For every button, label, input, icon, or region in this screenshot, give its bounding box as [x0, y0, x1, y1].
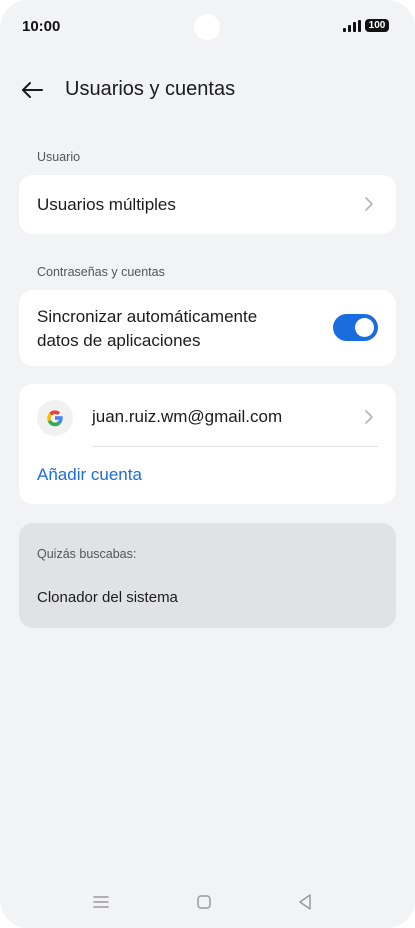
- square-icon: [197, 895, 211, 909]
- add-account-button[interactable]: Añadir cuenta: [37, 465, 142, 485]
- section-label-user: Usuario: [37, 150, 81, 164]
- status-icons: 100: [343, 19, 389, 32]
- recent-apps-button[interactable]: [87, 888, 115, 916]
- account-row[interactable]: juan.ruiz.wm@gmail.com: [19, 384, 396, 446]
- back-button[interactable]: [18, 76, 48, 104]
- accounts-card: juan.ruiz.wm@gmail.com Añadir cuenta: [19, 384, 396, 504]
- system-nav-bar: [0, 888, 415, 918]
- auto-sync-toggle[interactable]: [333, 314, 378, 341]
- menu-icon: [93, 896, 109, 908]
- triangle-back-icon: [299, 894, 311, 910]
- google-g-icon: [47, 410, 63, 427]
- suggestion-item[interactable]: Clonador del sistema: [37, 589, 178, 606]
- battery-icon: 100: [365, 19, 389, 32]
- page-title: Usuarios y cuentas: [65, 78, 236, 100]
- app-header: Usuarios y cuentas: [0, 72, 415, 108]
- toggle-knob: [355, 318, 374, 337]
- status-bar: 10:00 100: [0, 0, 415, 54]
- google-icon: [37, 400, 73, 436]
- status-time: 10:00: [22, 18, 61, 35]
- chevron-right-icon: [365, 410, 373, 424]
- front-camera: [194, 14, 220, 40]
- phone-screen: 10:00 100 Usuarios y cuentas Usuario Usu…: [0, 0, 415, 928]
- suggestions-card: Quizás buscabas: Clonador del sistema: [19, 523, 396, 628]
- divider: [92, 446, 378, 447]
- home-button[interactable]: [190, 888, 218, 916]
- multiple-users-label: Usuarios múltiples: [37, 195, 176, 214]
- section-label-accounts: Contraseñas y cuentas: [37, 265, 165, 279]
- back-nav-button[interactable]: [291, 888, 319, 916]
- account-email: juan.ruiz.wm@gmail.com: [92, 407, 283, 426]
- auto-sync-label-line1: Sincronizar automáticamente: [37, 307, 258, 326]
- multiple-users-row[interactable]: Usuarios múltiples: [19, 175, 396, 234]
- auto-sync-label-line2: datos de aplicaciones: [37, 331, 201, 350]
- chevron-right-icon: [365, 197, 373, 211]
- arrow-left-icon: [22, 82, 43, 98]
- signal-icon: [343, 19, 361, 32]
- suggestions-label: Quizás buscabas:: [37, 547, 137, 561]
- auto-sync-row[interactable]: Sincronizar automáticamente datos de apl…: [19, 290, 396, 366]
